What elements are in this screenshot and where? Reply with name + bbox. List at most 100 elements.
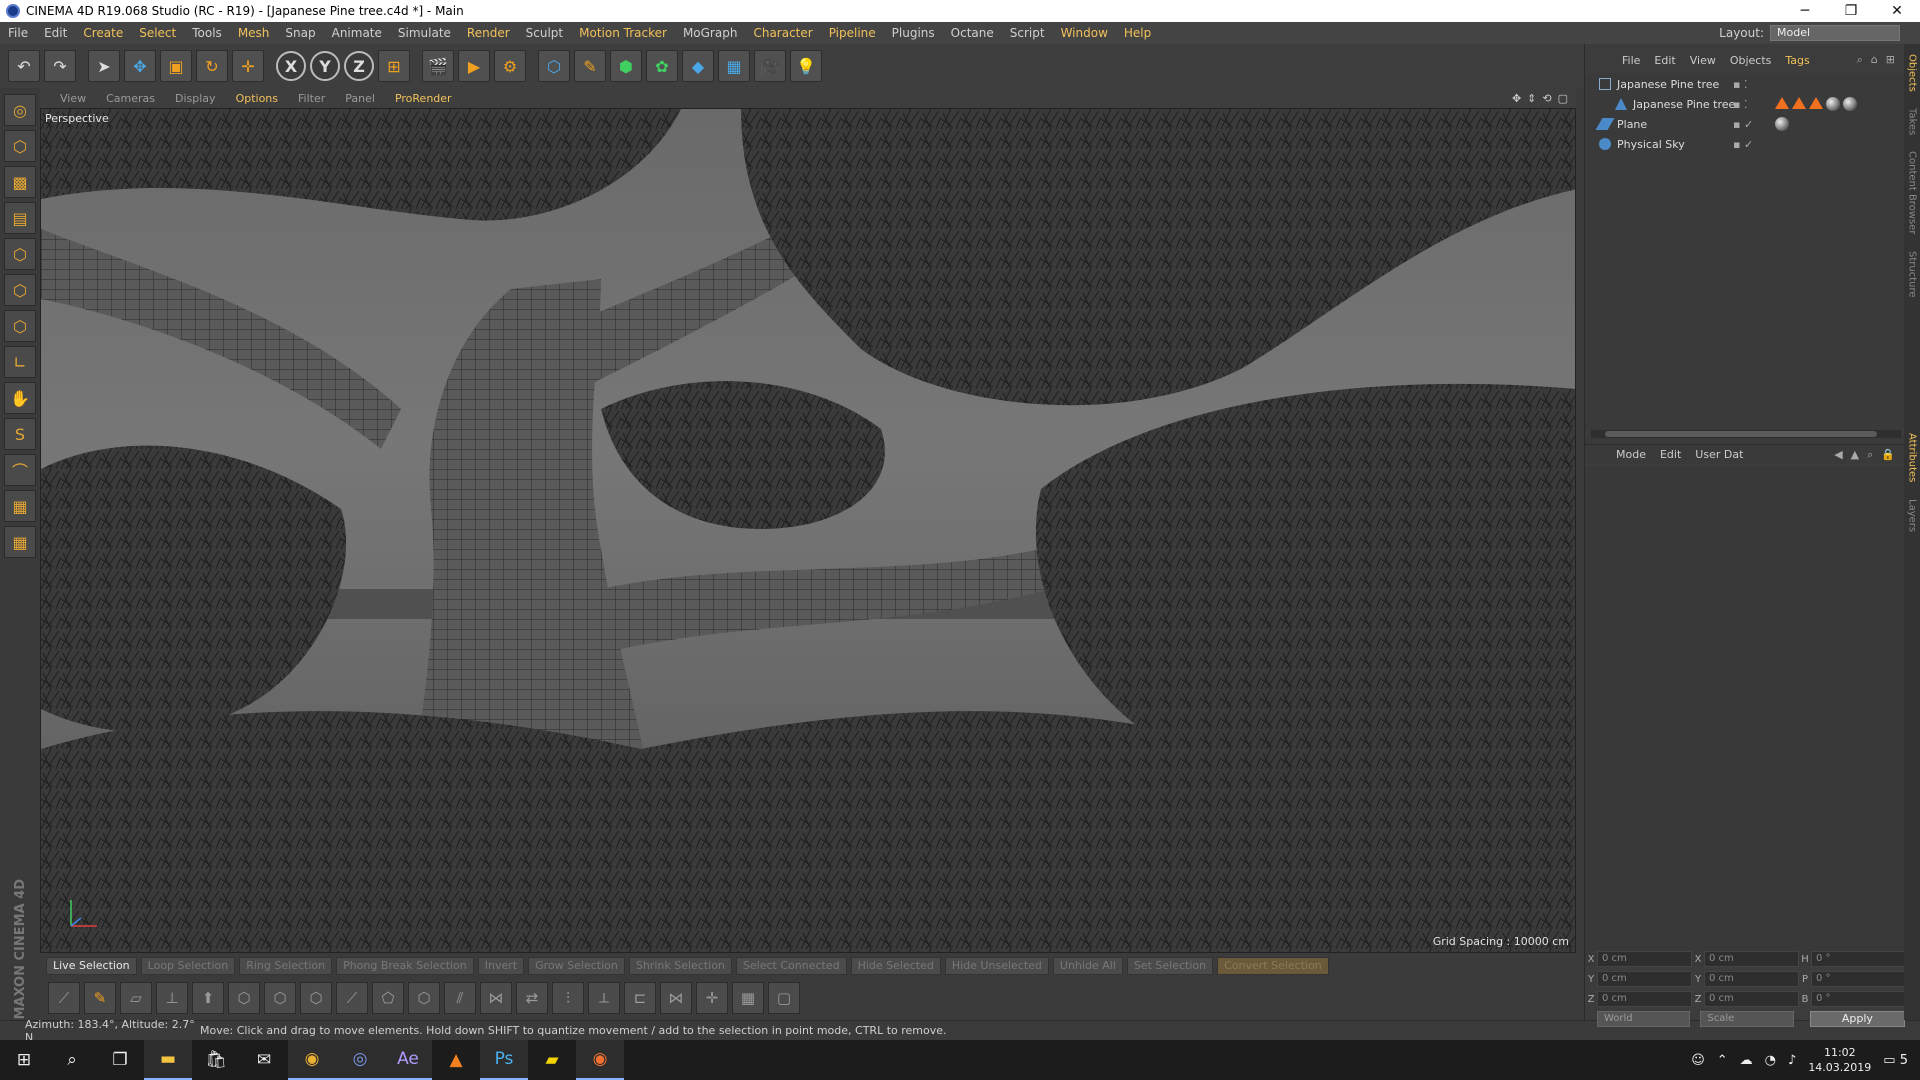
menu-file[interactable]: File xyxy=(0,26,36,40)
object-manager-list[interactable]: Japanese Pine tree ▪ ⁚ Japanese Pine tre… xyxy=(1585,74,1905,464)
mail-icon[interactable]: ✉ xyxy=(240,1040,288,1080)
visibility-check-icon[interactable]: ▪ ✓ xyxy=(1733,118,1753,131)
object-row[interactable]: Japanese Pine tree ▪ ⁚ xyxy=(1585,74,1905,94)
magnet-icon[interactable]: ⊏ xyxy=(624,982,656,1014)
unhide-all-button[interactable]: Unhide All xyxy=(1052,957,1123,975)
ring-selection-button[interactable]: Ring Selection xyxy=(239,957,333,975)
smooth-shift-icon[interactable]: ⫽ xyxy=(444,982,476,1014)
extrude-icon[interactable]: ⬆ xyxy=(192,982,224,1014)
set-selection-button[interactable]: Set Selection xyxy=(1126,957,1214,975)
edges-mode-icon[interactable]: ⬡ xyxy=(4,274,36,306)
notification-center-icon[interactable]: ▭ 5 xyxy=(1883,1053,1908,1068)
menu-plugins[interactable]: Plugins xyxy=(884,26,943,40)
object-row[interactable]: Plane ▪ ✓ xyxy=(1585,114,1905,134)
size-z-field[interactable]: 0 cm xyxy=(1704,991,1799,1007)
material-ball-icon[interactable] xyxy=(1826,97,1840,111)
volume-icon[interactable]: ♪ xyxy=(1788,1053,1796,1068)
minimize-button[interactable]: ─ xyxy=(1782,3,1828,19)
viewport-menu-display[interactable]: Display xyxy=(165,92,226,105)
cube-object-icon[interactable]: ⬡ xyxy=(538,50,570,82)
chrome-icon[interactable]: ◉ xyxy=(288,1040,336,1080)
grow-selection-button[interactable]: Grow Selection xyxy=(528,957,625,975)
network-icon[interactable]: ◔ xyxy=(1765,1053,1776,1068)
menu-pipeline[interactable]: Pipeline xyxy=(821,26,884,40)
viewport-menu-options[interactable]: Options xyxy=(226,92,288,105)
tab-attributes[interactable]: Attributes xyxy=(1907,433,1918,482)
maximize-view-icon[interactable]: ▢ xyxy=(1558,92,1568,105)
coordinate-system-icon[interactable]: ⊞ xyxy=(378,50,410,82)
planar-workplane-icon[interactable]: ▦ xyxy=(4,526,36,558)
task-view-icon[interactable]: ❐ xyxy=(96,1040,144,1080)
light-icon[interactable]: 💡 xyxy=(790,50,822,82)
loop-selection-button[interactable]: Loop Selection xyxy=(140,957,236,975)
hide-unselected-button[interactable]: Hide Unselected xyxy=(944,957,1049,975)
menu-octane[interactable]: Octane xyxy=(943,26,1002,40)
texture-mode-icon[interactable]: ▩ xyxy=(4,166,36,198)
weld-icon[interactable]: ⋈ xyxy=(480,982,512,1014)
menu-edit[interactable]: Edit xyxy=(36,26,75,40)
position-z-field[interactable]: 0 cm xyxy=(1597,991,1692,1007)
snap-settings-icon[interactable]: ✛ xyxy=(696,982,728,1014)
am-menu-mode[interactable]: Mode xyxy=(1609,448,1653,461)
material-ball-icon[interactable] xyxy=(1843,97,1857,111)
stitch-icon[interactable]: ⟋ xyxy=(336,982,368,1014)
search-icon[interactable]: ⌕ xyxy=(48,1040,96,1080)
shrink-selection-button[interactable]: Shrink Selection xyxy=(628,957,732,975)
axis-mode-icon[interactable]: ∟ xyxy=(4,346,36,378)
bridge-icon[interactable]: ⬡ xyxy=(300,982,332,1014)
close-hole-icon[interactable]: ⬠ xyxy=(372,982,404,1014)
points-mode-icon[interactable]: ⬡ xyxy=(4,238,36,270)
rotation-b-field[interactable]: 0 ° xyxy=(1811,991,1906,1007)
close-button[interactable]: ✕ xyxy=(1874,3,1920,19)
recent-tool-icon[interactable]: ✛ xyxy=(232,50,264,82)
search-icon[interactable]: ⌕ xyxy=(1857,53,1863,67)
cinema4d-taskbar-icon[interactable]: ◎ xyxy=(336,1040,384,1080)
solo-mode-icon[interactable]: S xyxy=(4,418,36,450)
firefox-icon[interactable]: ◉ xyxy=(576,1040,624,1080)
visibility-dots-icon[interactable]: ▪ ⁚ xyxy=(1733,98,1747,111)
menu-mesh[interactable]: Mesh xyxy=(230,26,278,40)
viewport-menu-filter[interactable]: Filter xyxy=(288,92,335,105)
menu-script[interactable]: Script xyxy=(1002,26,1053,40)
render-settings-icon[interactable]: ⚙ xyxy=(494,50,526,82)
menu-mograph[interactable]: MoGraph xyxy=(675,26,746,40)
workplane-lock-icon[interactable]: ▦ xyxy=(4,490,36,522)
model-mode-icon[interactable]: ⬡ xyxy=(4,130,36,162)
material-tag-icon[interactable] xyxy=(1792,97,1806,109)
workplane-icon[interactable]: ▤ xyxy=(4,202,36,234)
rotation-h-field[interactable]: 0 ° xyxy=(1811,951,1906,967)
undo-button[interactable]: ↶ xyxy=(8,50,40,82)
search-icon[interactable]: ⌕ xyxy=(1867,448,1873,462)
om-menu-objects[interactable]: Objects xyxy=(1723,54,1779,67)
x-axis-lock-icon[interactable]: X xyxy=(276,51,306,81)
polygon-pen-icon[interactable]: ✎ xyxy=(84,982,116,1014)
tab-structure[interactable]: Structure xyxy=(1907,251,1918,298)
layout-dropdown[interactable]: Model xyxy=(1770,25,1900,41)
mirror-icon[interactable]: ⋈ xyxy=(660,982,692,1014)
am-menu-user-data[interactable]: User Dat xyxy=(1688,448,1750,461)
tab-objects[interactable]: Objects xyxy=(1907,54,1918,92)
file-explorer-icon[interactable]: ▬ xyxy=(144,1040,192,1080)
menu-simulate[interactable]: Simulate xyxy=(390,26,459,40)
om-menu-tags[interactable]: Tags xyxy=(1778,54,1816,67)
sticky-notes-icon[interactable]: ▰ xyxy=(528,1040,576,1080)
menu-render[interactable]: Render xyxy=(459,26,518,40)
menu-motion-tracker[interactable]: Motion Tracker xyxy=(571,26,675,40)
tab-content-browser[interactable]: Content Browser xyxy=(1907,151,1918,234)
subdivision-surface-icon[interactable]: ⬢ xyxy=(610,50,642,82)
zoom-view-icon[interactable]: ⇕ xyxy=(1527,92,1536,105)
tweak-mode-icon[interactable]: ✋ xyxy=(4,382,36,414)
back-arrow-icon[interactable]: ◀ xyxy=(1834,448,1842,462)
menu-select[interactable]: Select xyxy=(131,26,184,40)
knife-icon[interactable]: ⊥ xyxy=(156,982,188,1014)
convert-selection-button[interactable]: Convert Selection xyxy=(1217,957,1329,975)
live-selection-button[interactable]: Live Selection xyxy=(46,957,137,975)
size-y-field[interactable]: 0 cm xyxy=(1704,971,1799,987)
camera-icon[interactable]: 🎥 xyxy=(754,50,786,82)
viewport-menu-panel[interactable]: Panel xyxy=(335,92,385,105)
bevel-icon[interactable]: ⬡ xyxy=(264,982,296,1014)
phong-break-selection-button[interactable]: Phong Break Selection xyxy=(336,957,474,975)
taskbar-clock[interactable]: 11:02 14.03.2019 xyxy=(1808,1045,1871,1075)
photoshop-icon[interactable]: Ps xyxy=(480,1040,528,1080)
om-menu-file[interactable]: File xyxy=(1615,54,1647,67)
